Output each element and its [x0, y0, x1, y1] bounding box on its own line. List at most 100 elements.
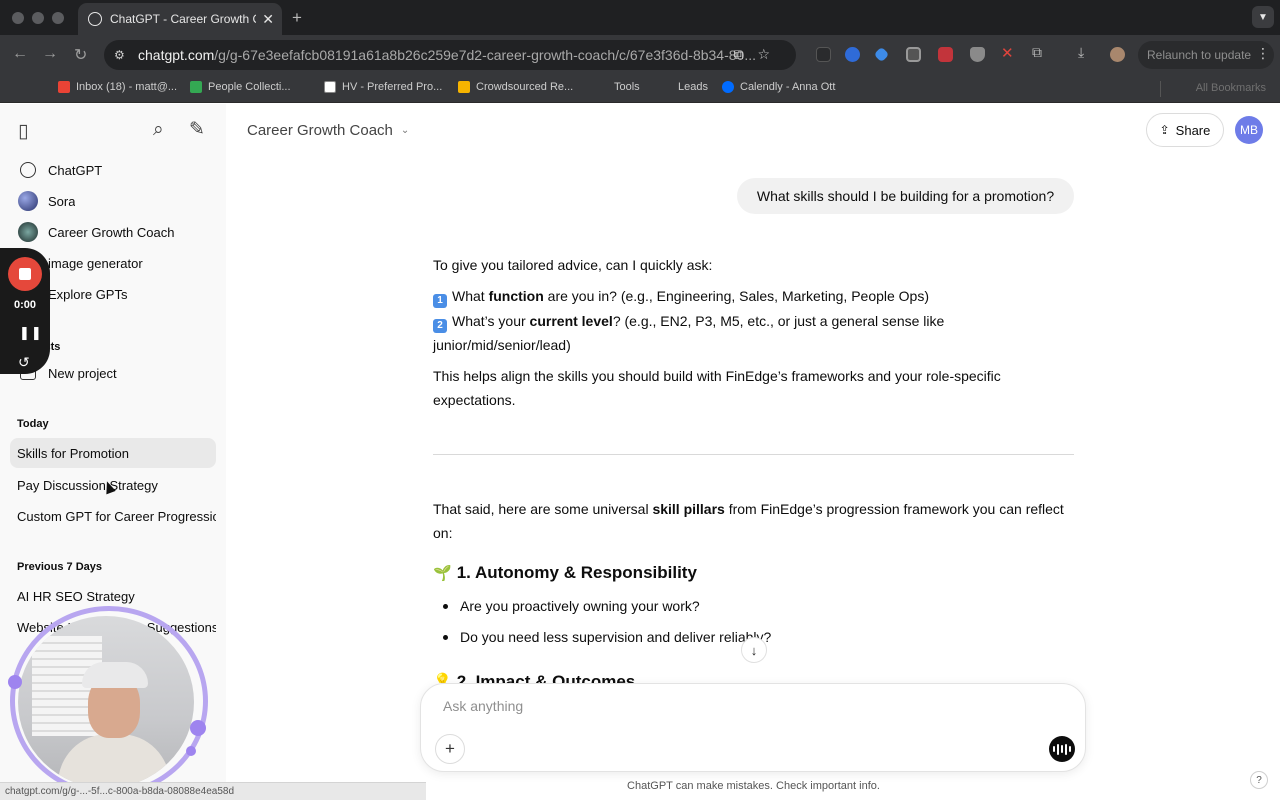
address-bar[interactable]: ⚙ chatgpt.com /g/g-67e3eefafcb08191a61a8…: [104, 40, 796, 70]
webcam-bubble[interactable]: [18, 616, 194, 788]
bookmarks-bar: Inbox (18) - matt@... People Collecti...…: [0, 75, 1280, 103]
webcam-person-cap: [82, 662, 148, 688]
avatar[interactable]: MB: [1235, 116, 1263, 144]
extension-icon[interactable]: ✕: [1001, 44, 1016, 62]
puzzle-icon[interactable]: ⧉: [1032, 44, 1047, 60]
extension-icon[interactable]: [873, 46, 890, 63]
model-selector[interactable]: Career Growth Coach ⌄: [247, 122, 409, 139]
bookmark-folder[interactable]: Leads: [660, 81, 708, 93]
extension-icon[interactable]: [845, 47, 860, 62]
extension-icon[interactable]: [938, 47, 953, 62]
extension-icon[interactable]: [816, 47, 831, 62]
lightbulb-icon: 💡: [433, 673, 452, 683]
more-menu-icon[interactable]: ⋮: [1256, 45, 1270, 62]
search-icon[interactable]: ⌕: [153, 119, 164, 141]
folder-icon: [660, 81, 672, 93]
bookmark-item[interactable]: Inbox (18) - matt@...: [58, 81, 177, 93]
profile-avatar[interactable]: [1110, 47, 1125, 62]
tab-search-button[interactable]: ▼: [1252, 6, 1274, 28]
bookmark-item[interactable]: Calendly - Anna Ott: [722, 81, 835, 93]
site-settings-icon[interactable]: ⚙: [114, 48, 128, 62]
user-message: What skills should I be building for a p…: [737, 178, 1074, 214]
relaunch-button[interactable]: Relaunch to update: [1138, 41, 1274, 69]
chat-header: Career Growth Coach ⌄ ⇪ Share MB: [226, 104, 1280, 156]
all-bookmarks[interactable]: All Bookmarks: [1196, 82, 1266, 94]
tab-title: ChatGPT - Career Growth Coach: [110, 12, 256, 26]
webcam-handle[interactable]: [186, 746, 196, 756]
restart-icon[interactable]: ↺: [18, 354, 30, 371]
bookmark-item[interactable]: Crowdsourced Re...: [458, 81, 573, 93]
open-in-app-icon[interactable]: ⧉☆: [733, 46, 784, 63]
keycap-1-icon: 1: [433, 294, 447, 308]
divider: [433, 454, 1074, 455]
zoom-window-button[interactable]: [52, 12, 64, 24]
section-heading: 💡 2. Impact & Outcomes: [433, 672, 635, 683]
minimize-window-button[interactable]: [32, 12, 44, 24]
gmail-icon: [58, 81, 70, 93]
assistant-align-text: This helps align the skills you should b…: [433, 368, 1001, 408]
disclaimer-text: ChatGPT can make mistakes. Check importa…: [627, 780, 880, 792]
previous-7-days-heading: Previous 7 Days: [17, 561, 102, 573]
browser-tab-strip: ChatGPT - Career Growth Coach ✕ + ▼: [0, 0, 1280, 35]
stop-recording-button[interactable]: [8, 257, 42, 291]
download-icon[interactable]: ⤓: [1078, 44, 1093, 60]
notion-icon: [324, 81, 336, 93]
sidebar-item-sora[interactable]: Sora: [10, 186, 216, 216]
chevron-down-icon: ⌄: [400, 125, 410, 136]
assistant-question-2: 2 What’s your current level? (e.g., EN2, …: [433, 313, 945, 353]
list-item: Are you proactively owning your work?: [443, 598, 700, 614]
folder-icon: [596, 81, 608, 93]
close-icon[interactable]: ✕: [262, 11, 274, 28]
shield-icon[interactable]: [970, 47, 985, 62]
sheets-icon: [190, 81, 202, 93]
bookmark-item[interactable]: HV - Preferred Pro...: [324, 81, 442, 93]
share-label: Share: [1175, 122, 1211, 138]
browser-toolbar: ← → ↻ ⚙ chatgpt.com /g/g-67e3eefafcb0819…: [0, 35, 1280, 75]
bookmark-item[interactable]: People Collecti...: [190, 81, 291, 93]
divider: [1160, 81, 1161, 97]
webcam-handle[interactable]: [8, 675, 22, 689]
assistant-pillars-intro: That said, here are some universal skill…: [433, 501, 1064, 541]
voice-mode-button[interactable]: [1049, 736, 1075, 762]
new-tab-button[interactable]: +: [292, 8, 302, 28]
chat-item[interactable]: Custom GPT for Career Progression: [10, 501, 216, 531]
browser-tab[interactable]: ChatGPT - Career Growth Coach ✕: [78, 3, 282, 35]
scroll-to-bottom-button[interactable]: ↓: [741, 637, 767, 663]
assistant-intro: To give you tailored advice, can I quick…: [433, 257, 713, 273]
recording-timer: 0:00: [13, 299, 37, 311]
help-button[interactable]: ?: [1250, 771, 1268, 789]
model-name: Career Growth Coach: [247, 122, 393, 139]
seedling-icon: 🌱: [433, 565, 452, 582]
attach-button[interactable]: +: [435, 734, 465, 764]
sora-icon: [18, 191, 38, 211]
drive-icon: [458, 81, 470, 93]
share-icon: ⇪: [1159, 123, 1170, 137]
share-button[interactable]: ⇪ Share: [1146, 113, 1224, 147]
close-window-button[interactable]: [12, 12, 24, 24]
sidebar-toggle-icon[interactable]: ▯: [18, 120, 28, 143]
gpt-avatar-icon: [18, 222, 38, 242]
prompt-input[interactable]: [443, 698, 1043, 714]
openai-icon: [20, 162, 36, 178]
sidebar-item-career-growth-coach[interactable]: Career Growth Coach: [10, 217, 216, 247]
openai-icon: [88, 12, 102, 26]
list-item: Do you need less supervision and deliver…: [443, 629, 771, 645]
extension-icon[interactable]: [906, 47, 921, 62]
pause-icon[interactable]: ❚❚: [19, 325, 43, 341]
chat-item[interactable]: Skills for Promotion: [10, 438, 216, 468]
relaunch-label: Relaunch to update: [1147, 48, 1252, 62]
section-heading: 🌱 1. Autonomy & Responsibility: [433, 563, 697, 582]
today-heading: Today: [17, 418, 49, 430]
sidebar-item-chatgpt[interactable]: ChatGPT: [10, 155, 216, 185]
url-path: /g/g-67e3eefafcb08191a61a8b26c259e7d2-ca…: [214, 47, 756, 63]
assistant-question-1: 1 What function are you in? (e.g., Engine…: [433, 284, 1078, 308]
bookmark-folder[interactable]: Tools: [596, 81, 640, 93]
forward-button[interactable]: →: [42, 45, 58, 63]
new-chat-icon[interactable]: ✎: [189, 118, 205, 141]
webcam-handle[interactable]: [190, 720, 206, 736]
url-host: chatgpt.com: [138, 47, 215, 63]
keycap-2-icon: 2: [433, 319, 447, 333]
webcam-person-body: [58, 734, 170, 788]
back-button[interactable]: ←: [12, 45, 28, 63]
reload-button[interactable]: ↻: [74, 45, 87, 65]
